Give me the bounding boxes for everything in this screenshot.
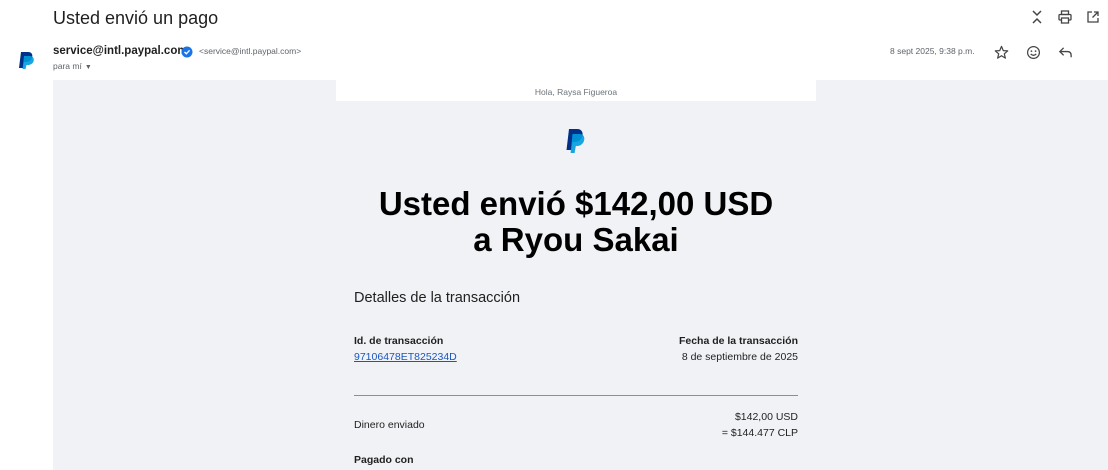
top-toolbar — [1030, 10, 1100, 24]
emoji-reaction-icon[interactable] — [1025, 44, 1041, 60]
greeting-text: Hola, Raysa Figueroa — [534, 87, 618, 97]
expand-collapse-icon[interactable] — [1030, 10, 1044, 24]
divider — [354, 395, 798, 396]
message-actions — [993, 44, 1073, 60]
email-date: 8 sept 2025, 9:38 p.m. — [890, 46, 975, 56]
email-card: Hola, Raysa Figueroa Usted envió $142,00… — [336, 80, 816, 470]
money-sent-label: Dinero enviado — [354, 419, 425, 431]
print-icon[interactable] — [1058, 10, 1072, 24]
transaction-id-label: Id. de transacción — [354, 335, 444, 347]
payment-headline: Usted envió $142,00 USD a Ryou Sakai — [336, 186, 816, 258]
subject-bar: Usted envió un pago — [0, 0, 1108, 40]
verified-badge-icon — [181, 45, 193, 58]
money-sent-converted: = $144.477 CLP — [721, 427, 798, 439]
transaction-details-title: Detalles de la transacción — [354, 290, 521, 306]
headline-line-2: a Ryou Sakai — [473, 221, 679, 258]
greeting-strip: Hola, Raysa Figueroa — [336, 80, 816, 101]
transaction-date-label: Fecha de la transacción — [678, 335, 798, 347]
money-sent-amount: $142,00 USD — [734, 411, 798, 423]
sender-name[interactable]: service@intl.paypal.com — [53, 45, 188, 57]
transaction-id-link[interactable]: 97106478ET825234D — [354, 351, 457, 363]
recipient-dropdown[interactable]: para mí ▼ — [53, 61, 92, 71]
paid-with-label: Pagado con — [354, 454, 414, 466]
sender-address: <service@intl.paypal.com> — [199, 46, 302, 56]
paypal-logo-icon — [564, 127, 588, 155]
paypal-logo-icon — [16, 49, 38, 71]
recipient-label: para mí — [53, 61, 82, 71]
caret-down-icon: ▼ — [84, 64, 92, 71]
transaction-date: 8 de septiembre de 2025 — [681, 351, 798, 363]
reply-icon[interactable] — [1057, 44, 1073, 60]
open-in-new-window-icon[interactable] — [1086, 10, 1100, 24]
star-icon[interactable] — [993, 44, 1009, 60]
headline-line-1: Usted envió $142,00 USD — [378, 185, 774, 222]
sender-row: service@intl.paypal.com <service@intl.pa… — [0, 40, 1108, 78]
email-subject: Usted envió un pago — [53, 8, 219, 28]
